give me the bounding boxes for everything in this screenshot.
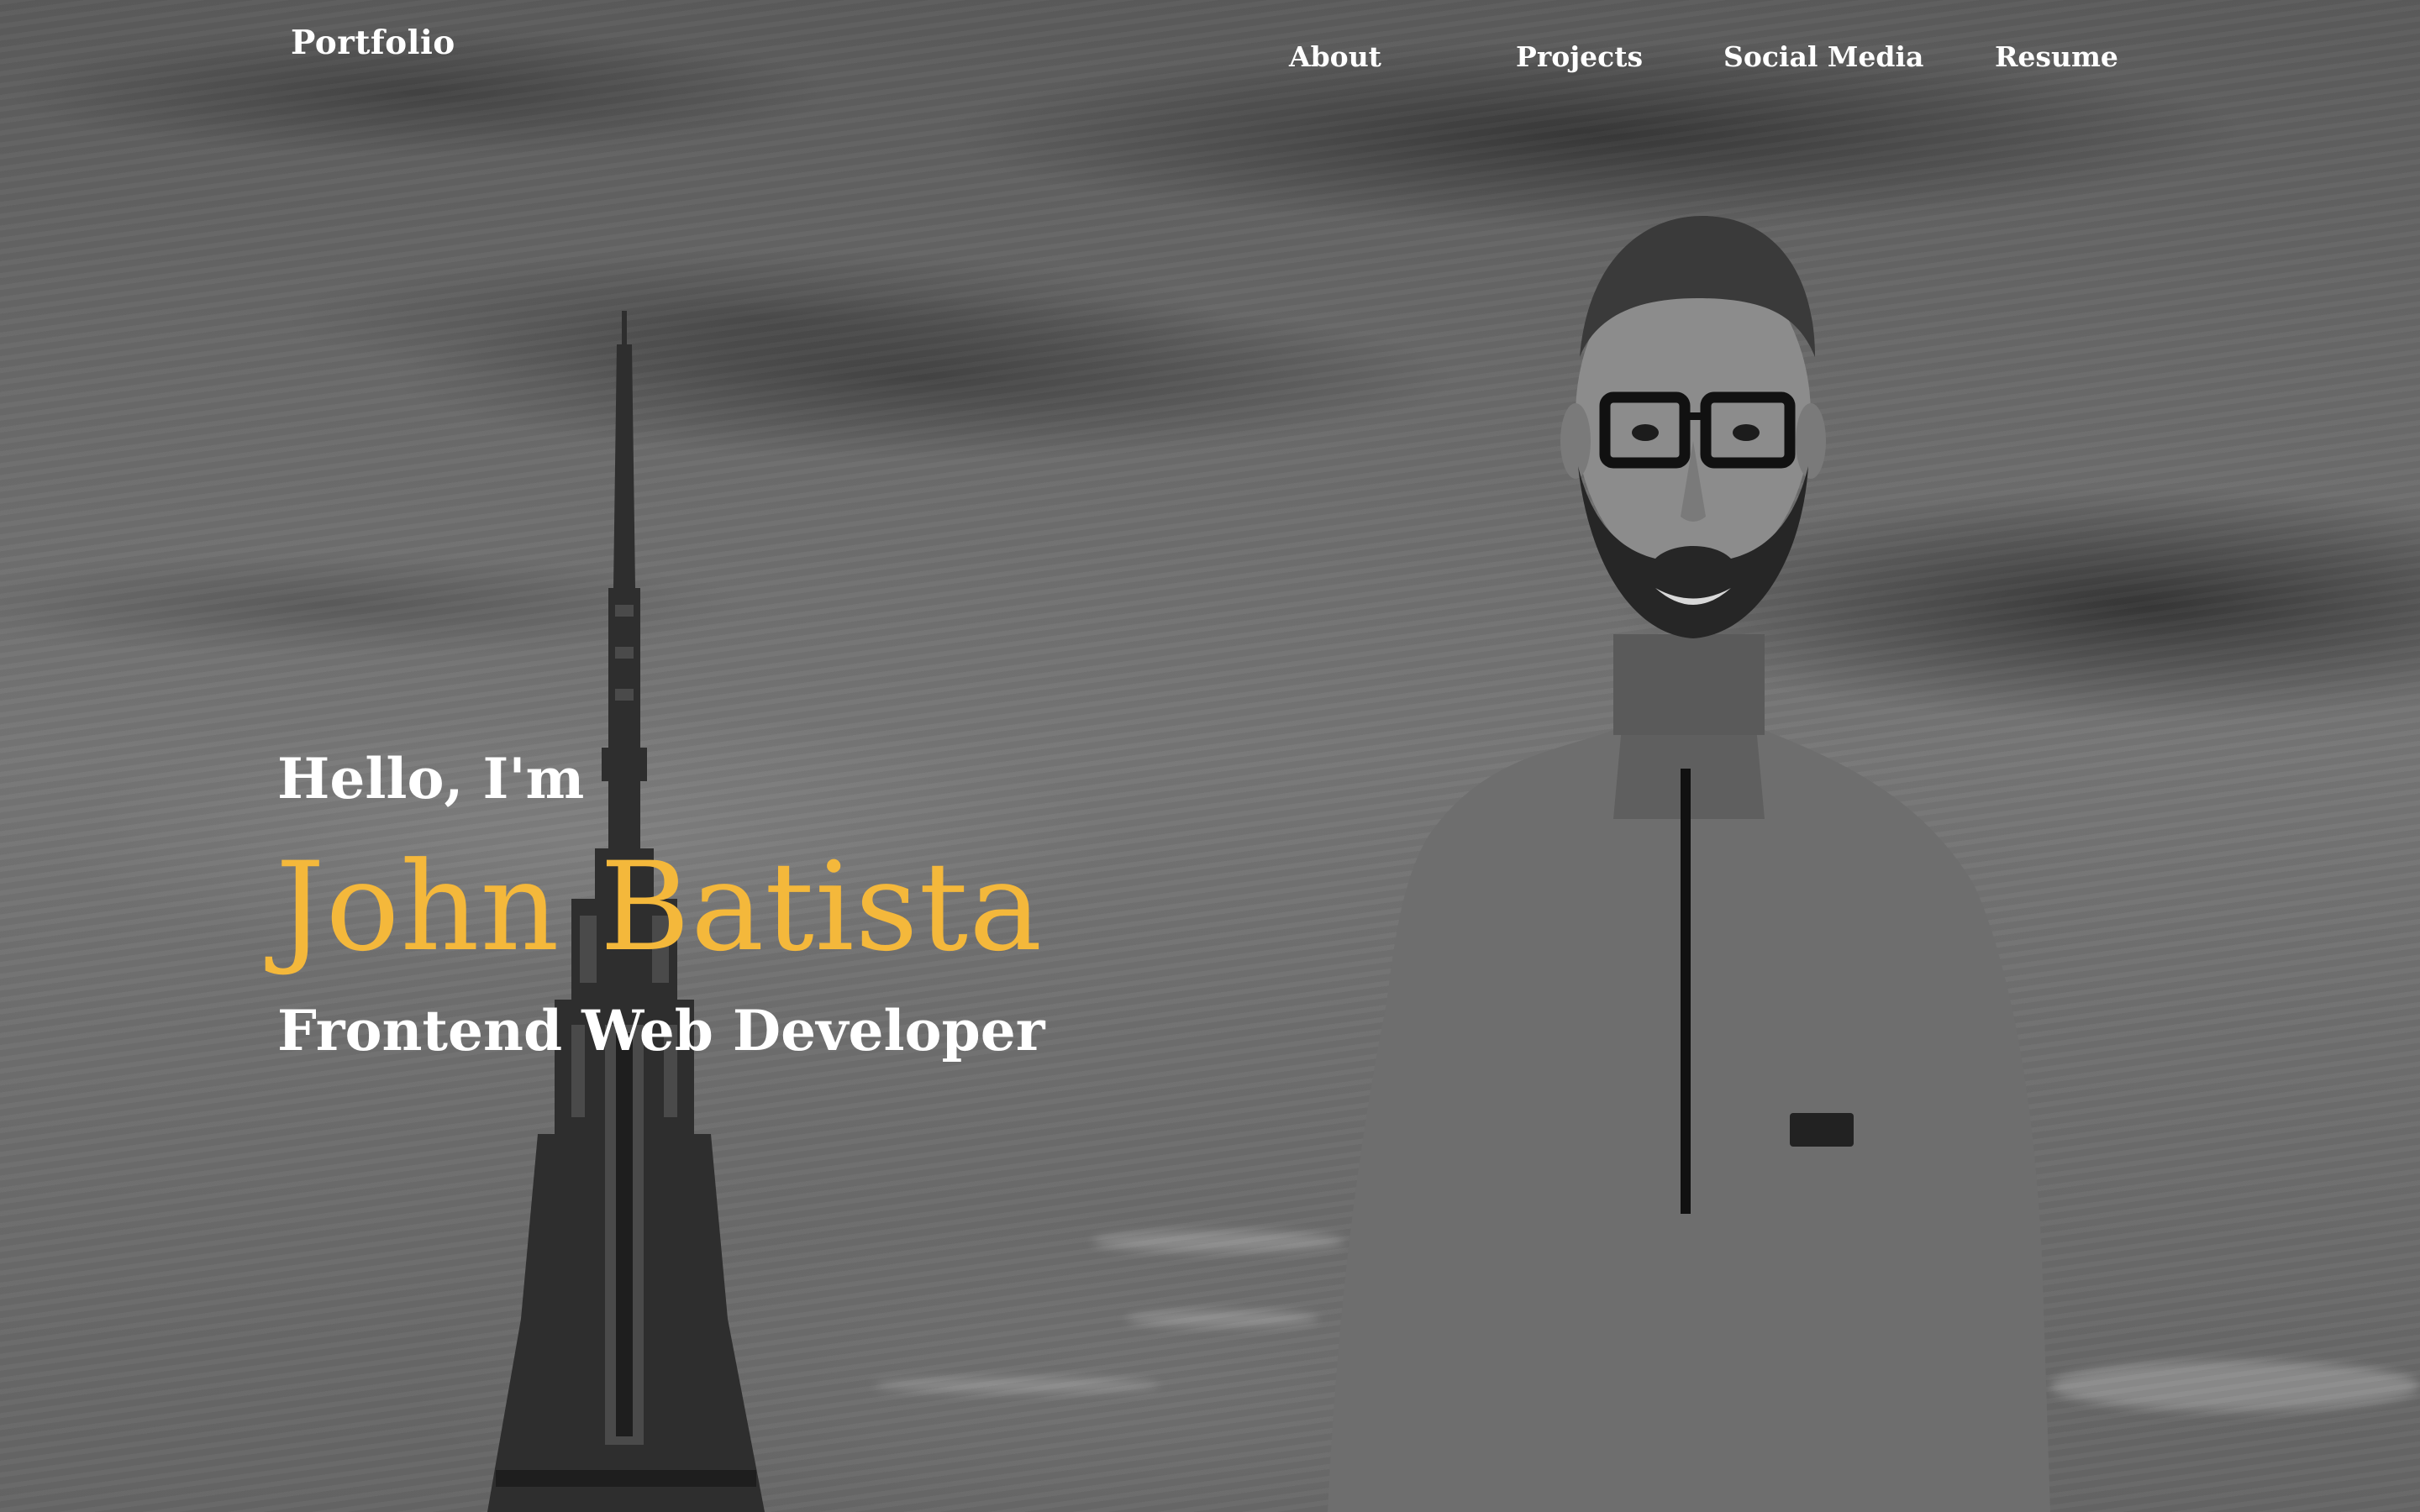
hero-role: Frontend Web Developer xyxy=(277,998,1045,1063)
nav-about-link[interactable]: About xyxy=(1289,40,1381,73)
main-nav: About Projects Social Media Resume xyxy=(0,40,2420,82)
background-cloud xyxy=(2050,1361,2420,1411)
background-cloud xyxy=(1092,1231,1344,1252)
background-cloud xyxy=(874,1378,1160,1393)
nav-social-media-link[interactable]: Social Media xyxy=(1723,40,1923,73)
nav-projects-link[interactable]: Projects xyxy=(1516,40,1643,73)
profile-photo xyxy=(1328,215,2050,1512)
nav-resume-link[interactable]: Resume xyxy=(1995,40,2118,73)
hero-name: John Batista xyxy=(276,836,1044,979)
hero-greeting: Hello, I'm xyxy=(277,746,585,811)
background-cloud xyxy=(1126,1310,1319,1327)
